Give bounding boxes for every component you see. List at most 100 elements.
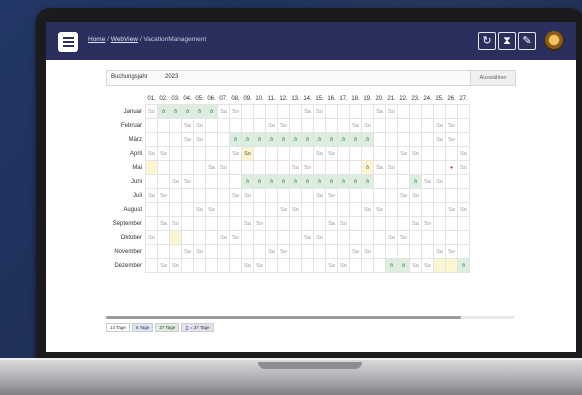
avatar[interactable] bbox=[544, 31, 564, 51]
day-cell[interactable]: So bbox=[373, 202, 386, 217]
day-cell[interactable] bbox=[361, 104, 374, 119]
day-cell[interactable]: So bbox=[337, 258, 350, 273]
horizontal-scrollbar[interactable] bbox=[106, 316, 514, 319]
day-cell[interactable] bbox=[361, 216, 374, 231]
day-cell[interactable]: Sa bbox=[385, 230, 398, 245]
vacation-icon[interactable]: ô bbox=[205, 104, 218, 119]
day-cell[interactable] bbox=[457, 188, 470, 203]
day-cell[interactable] bbox=[181, 202, 194, 217]
day-cell[interactable] bbox=[157, 160, 170, 175]
day-cell[interactable] bbox=[433, 258, 446, 273]
day-cell[interactable]: So bbox=[337, 216, 350, 231]
day-cell[interactable] bbox=[169, 132, 182, 147]
day-cell[interactable]: So bbox=[169, 216, 182, 231]
vacation-icon[interactable]: ô bbox=[301, 132, 314, 147]
scrollbar-thumb[interactable] bbox=[106, 316, 461, 319]
day-cell[interactable] bbox=[229, 216, 242, 231]
day-cell[interactable]: So bbox=[229, 230, 242, 245]
day-cell[interactable]: So bbox=[301, 160, 314, 175]
day-cell[interactable] bbox=[253, 160, 266, 175]
day-cell[interactable] bbox=[337, 202, 350, 217]
day-cell[interactable]: So bbox=[397, 230, 410, 245]
day-cell[interactable]: Sa bbox=[349, 118, 362, 133]
day-cell[interactable] bbox=[157, 202, 170, 217]
day-cell[interactable] bbox=[337, 146, 350, 161]
pencil-icon[interactable]: ✎ bbox=[518, 32, 536, 50]
breadcrumb-home[interactable]: Home bbox=[88, 36, 105, 43]
day-cell[interactable] bbox=[373, 146, 386, 161]
day-cell[interactable] bbox=[205, 188, 218, 203]
day-cell[interactable] bbox=[277, 188, 290, 203]
day-cell[interactable]: So bbox=[433, 174, 446, 189]
vacation-icon[interactable]: ô bbox=[265, 174, 278, 189]
day-cell[interactable] bbox=[337, 160, 350, 175]
day-cell[interactable] bbox=[409, 104, 422, 119]
day-cell[interactable]: So bbox=[313, 104, 326, 119]
day-cell[interactable]: Sa bbox=[205, 160, 218, 175]
day-cell[interactable] bbox=[145, 118, 158, 133]
day-cell[interactable] bbox=[181, 160, 194, 175]
day-cell[interactable] bbox=[325, 118, 338, 133]
day-cell[interactable] bbox=[277, 258, 290, 273]
day-cell[interactable] bbox=[265, 104, 278, 119]
day-cell[interactable] bbox=[313, 216, 326, 231]
day-cell[interactable] bbox=[397, 160, 410, 175]
day-cell[interactable] bbox=[229, 118, 242, 133]
day-cell[interactable] bbox=[145, 174, 158, 189]
day-cell[interactable]: Sa bbox=[169, 174, 182, 189]
day-cell[interactable] bbox=[181, 258, 194, 273]
day-cell[interactable]: So bbox=[229, 104, 242, 119]
day-cell[interactable]: So bbox=[325, 188, 338, 203]
vacation-icon[interactable]: ô bbox=[277, 132, 290, 147]
vacation-icon[interactable]: ô bbox=[169, 104, 182, 119]
day-cell[interactable] bbox=[217, 244, 230, 259]
day-cell[interactable] bbox=[217, 216, 230, 231]
day-cell[interactable] bbox=[325, 160, 338, 175]
day-cell[interactable] bbox=[289, 104, 302, 119]
day-cell[interactable] bbox=[265, 146, 278, 161]
day-cell[interactable] bbox=[445, 188, 458, 203]
day-cell[interactable] bbox=[193, 230, 206, 245]
day-cell[interactable]: So bbox=[193, 244, 206, 259]
day-cell[interactable] bbox=[169, 160, 182, 175]
day-cell[interactable] bbox=[337, 118, 350, 133]
day-cell[interactable] bbox=[241, 202, 254, 217]
vacation-icon[interactable]: ô bbox=[349, 132, 362, 147]
day-cell[interactable] bbox=[349, 230, 362, 245]
day-cell[interactable] bbox=[169, 230, 182, 245]
day-cell[interactable] bbox=[433, 160, 446, 175]
day-cell[interactable] bbox=[217, 118, 230, 133]
vacation-icon[interactable]: ô bbox=[397, 258, 410, 273]
day-cell[interactable] bbox=[373, 216, 386, 231]
location-pin-icon[interactable]: ● bbox=[445, 160, 458, 175]
day-cell[interactable]: Sa bbox=[397, 146, 410, 161]
day-cell[interactable]: Sa bbox=[409, 216, 422, 231]
day-cell[interactable]: So bbox=[193, 118, 206, 133]
day-cell[interactable] bbox=[145, 244, 158, 259]
vacation-icon[interactable]: ô bbox=[289, 132, 302, 147]
vacation-icon[interactable]: ô bbox=[241, 132, 254, 147]
day-cell[interactable] bbox=[313, 244, 326, 259]
day-cell[interactable] bbox=[253, 118, 266, 133]
day-cell[interactable]: So bbox=[409, 146, 422, 161]
day-cell[interactable]: Sa bbox=[373, 104, 386, 119]
day-cell[interactable] bbox=[229, 202, 242, 217]
day-cell[interactable]: Sa bbox=[397, 188, 410, 203]
day-cell[interactable]: So bbox=[361, 244, 374, 259]
day-cell[interactable] bbox=[253, 230, 266, 245]
vacation-icon[interactable]: ô bbox=[277, 174, 290, 189]
day-cell[interactable]: Sa bbox=[157, 216, 170, 231]
day-cell[interactable]: So bbox=[445, 244, 458, 259]
day-cell[interactable]: Sa bbox=[313, 188, 326, 203]
day-cell[interactable] bbox=[169, 118, 182, 133]
day-cell[interactable] bbox=[457, 104, 470, 119]
day-cell[interactable] bbox=[349, 160, 362, 175]
day-cell[interactable] bbox=[349, 258, 362, 273]
vacation-icon[interactable]: ô bbox=[253, 132, 266, 147]
day-cell[interactable]: So bbox=[157, 146, 170, 161]
day-cell[interactable] bbox=[337, 104, 350, 119]
day-cell[interactable]: Sa bbox=[181, 244, 194, 259]
day-cell[interactable]: So bbox=[289, 202, 302, 217]
day-cell[interactable]: So bbox=[313, 230, 326, 245]
refresh-icon[interactable]: ↻ bbox=[478, 32, 496, 50]
